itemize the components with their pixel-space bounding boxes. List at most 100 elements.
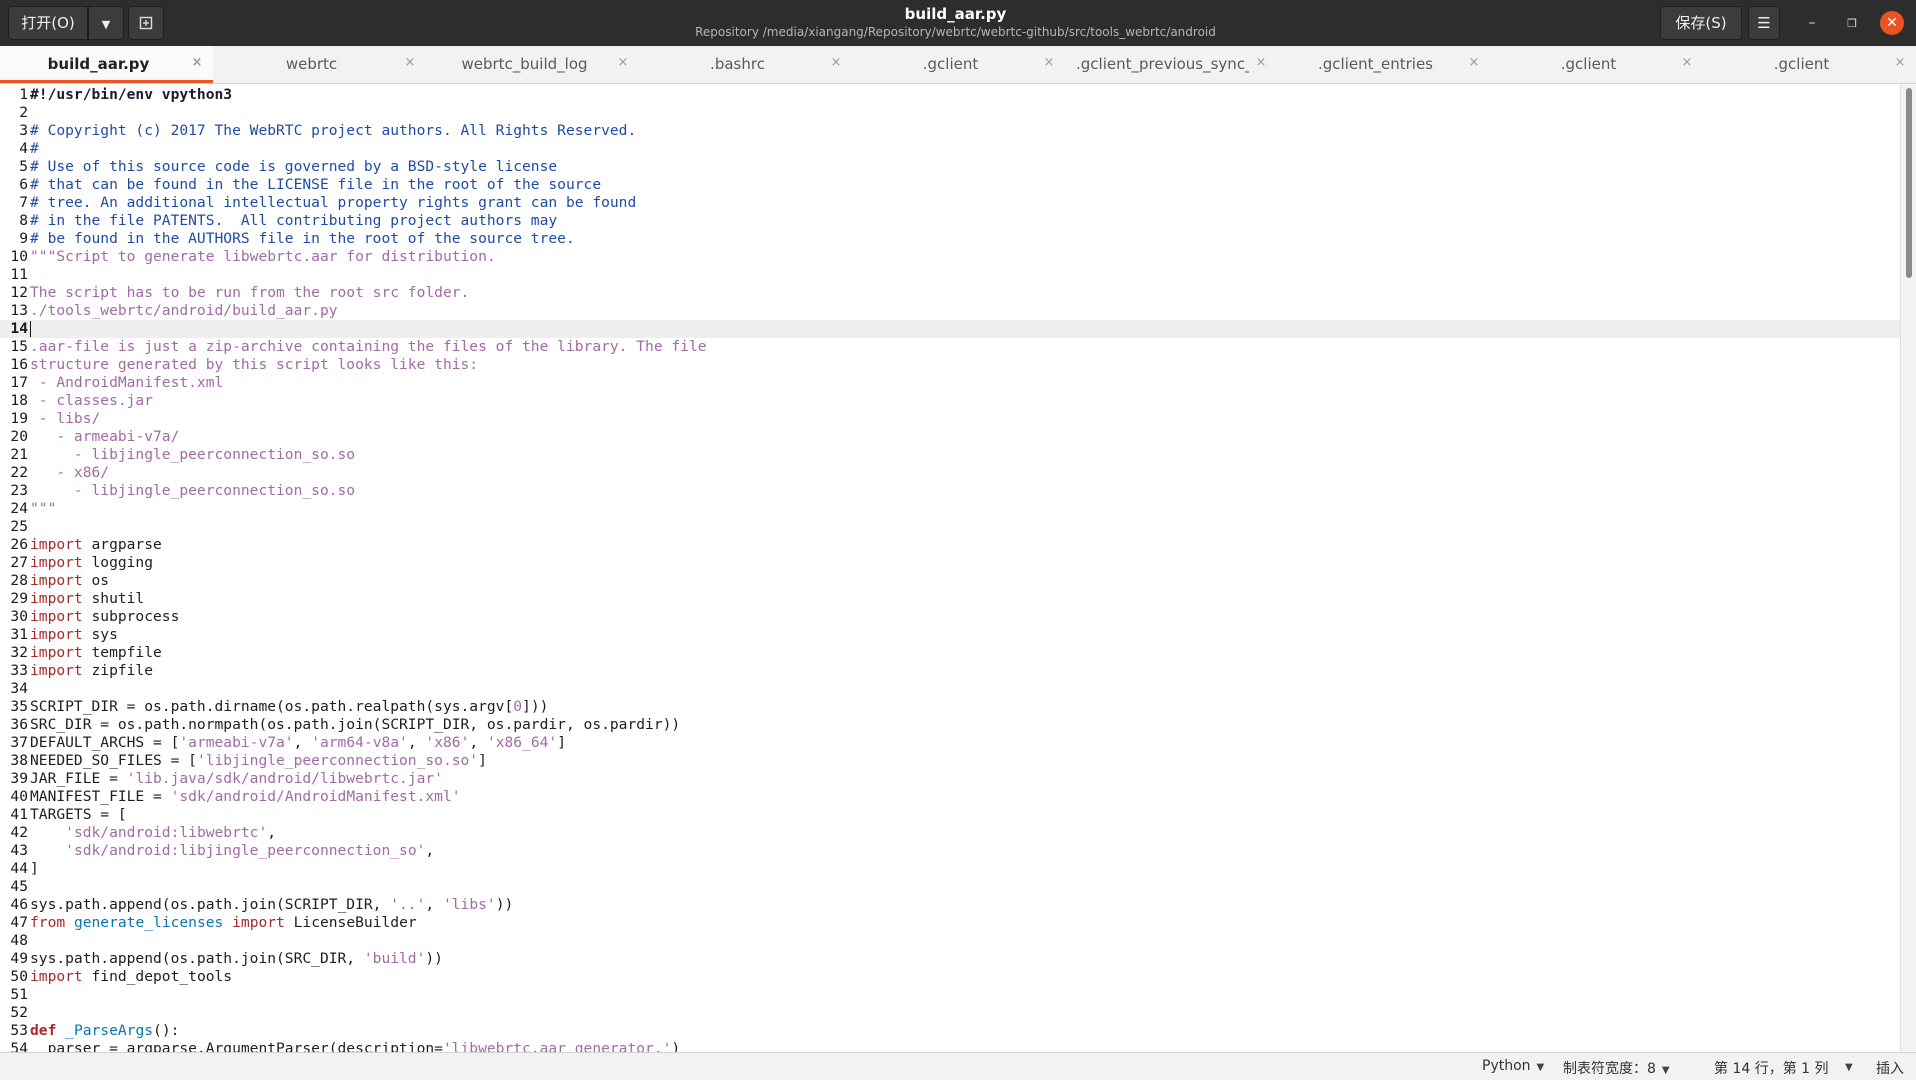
tab-1[interactable]: webrtc × <box>213 46 426 83</box>
code-token: 0 <box>513 698 523 715</box>
code-line: # tree. An additional intellectual prope… <box>30 194 1892 212</box>
insert-mode-indicator[interactable]: 插入 <box>1876 1058 1904 1078</box>
line-number: 11 <box>10 266 28 283</box>
line-number: 30 <box>10 608 28 625</box>
line-number: 36 <box>10 716 28 733</box>
code-line: import argparse <box>30 536 1892 554</box>
tab-5[interactable]: .gclient_previous_sync_commits × <box>1064 46 1277 83</box>
code-text-area[interactable]: #!/usr/bin/env vpython3 # Copyright (c) 2… <box>30 86 1892 1052</box>
code-token: ])) <box>522 698 549 715</box>
save-button[interactable]: 保存(S) <box>1660 6 1742 40</box>
scrollbar-thumb[interactable] <box>1906 88 1912 278</box>
code-token: import <box>30 590 83 607</box>
code-token: NEEDED_SO_FILES = [ <box>30 752 197 769</box>
tab-label: .gclient_entries <box>1318 55 1433 73</box>
close-tab-icon[interactable]: × <box>615 55 631 70</box>
line-number: 27 <box>10 554 28 571</box>
minimize-button[interactable]: – <box>1800 11 1824 35</box>
close-tab-icon[interactable]: × <box>828 55 844 70</box>
language-selector[interactable]: Python ▼ <box>1482 1058 1544 1074</box>
code-token: , <box>267 824 277 841</box>
tab-label: webrtc_build_log <box>461 55 588 73</box>
tab-6[interactable]: .gclient_entries × <box>1277 46 1490 83</box>
maximize-button[interactable]: ❐ <box>1840 11 1864 35</box>
tab-8[interactable]: .gclient × <box>1703 46 1916 83</box>
line-number: 49 <box>10 950 28 967</box>
code-token: MANIFEST_FILE = <box>30 788 171 805</box>
code-line: The script has to be run from the root s… <box>30 284 1892 302</box>
hamburger-menu-button[interactable]: ☰ <box>1748 6 1780 40</box>
close-tab-icon[interactable]: × <box>189 55 205 70</box>
tab-3[interactable]: .bashrc × <box>639 46 852 83</box>
close-tab-icon[interactable]: × <box>1253 55 1269 70</box>
close-tab-icon[interactable]: × <box>1041 55 1057 70</box>
code-token: os <box>82 572 110 589</box>
open-menu-button[interactable]: ▼ <box>88 6 124 40</box>
code-token: TARGETS = [ <box>30 806 127 823</box>
code-token: import <box>30 554 83 571</box>
line-number: 51 <box>10 986 28 1003</box>
code-editor[interactable]: 1 2 3 4 5 6 7 8 9 10 11 12 13 14 15 16 17 18 19 20 21 22 23 24 2… <box>0 84 1916 1052</box>
close-tab-icon[interactable]: × <box>1466 55 1482 70</box>
new-document-icon <box>139 16 153 30</box>
code-token: import <box>30 644 83 661</box>
chevron-down-icon: ▼ <box>1661 1065 1670 1076</box>
code-token: ] <box>30 860 39 877</box>
close-tab-icon[interactable]: × <box>1892 55 1908 70</box>
close-tab-icon[interactable]: × <box>1679 55 1695 70</box>
code-token: parser = argparse.ArgumentParser(descrip… <box>30 1040 443 1052</box>
code-line: SRC_DIR = os.path.normpath(os.path.join(… <box>30 716 1892 734</box>
code-line: NEEDED_SO_FILES = ['libjingle_peerconnec… <box>30 752 1892 770</box>
code-token: SRC_DIR = os.path.normpath(os.path.join(… <box>30 716 681 733</box>
code-token: )) <box>425 950 443 967</box>
code-line: # <box>30 140 1892 158</box>
code-line: import zipfile <box>30 662 1892 680</box>
chevron-down-icon: ▼ <box>1536 1062 1545 1073</box>
code-token: """ <box>30 500 57 517</box>
line-number: 20 <box>10 428 28 445</box>
code-line: - armeabi-v7a/ <box>30 428 1892 446</box>
code-line: parser = argparse.ArgumentParser(descrip… <box>30 1040 1892 1052</box>
tab-7[interactable]: .gclient × <box>1490 46 1703 83</box>
code-line: SCRIPT_DIR = os.path.dirname(os.path.rea… <box>30 698 1892 716</box>
cursor-position[interactable]: 第 14 行，第 1 列 <box>1714 1058 1829 1078</box>
tab-bar: build_aar.py × webrtc × webrtc_build_log × .ba… <box>0 46 1916 84</box>
code-line: ] <box>30 860 1892 878</box>
code-token: # Use of this source code is governed by… <box>30 158 558 175</box>
tab-width-selector[interactable]: 制表符宽度：8 ▼ <box>1563 1058 1670 1078</box>
code-line: import shutil <box>30 590 1892 608</box>
line-number-gutter: 1 2 3 4 5 6 7 8 9 10 11 12 13 14 15 16 17 18 19 20 21 22 23 24 2… <box>0 86 28 1052</box>
code-token: , <box>469 734 487 751</box>
code-line: # be found in the AUTHORS file in the ro… <box>30 230 1892 248</box>
code-token: - x86/ <box>30 464 110 481</box>
line-number: 50 <box>10 968 28 985</box>
code-line: import find_depot_tools <box>30 968 1892 986</box>
hamburger-icon: ☰ <box>1757 14 1771 32</box>
line-number: 23 <box>10 482 28 499</box>
code-token: 'armeabi-v7a' <box>179 734 294 751</box>
vertical-scrollbar[interactable] <box>1900 84 1916 1052</box>
code-token: sys <box>82 626 118 643</box>
close-window-button[interactable]: ✕ <box>1880 11 1904 35</box>
new-tab-button[interactable] <box>128 6 164 40</box>
tab-2[interactable]: webrtc_build_log × <box>426 46 639 83</box>
code-line: sys.path.append(os.path.join(SCRIPT_DIR,… <box>30 896 1892 914</box>
open-button[interactable]: 打开(O) <box>8 6 88 40</box>
tab-0[interactable]: build_aar.py × <box>0 46 213 83</box>
code-line: - libs/ <box>30 410 1892 428</box>
code-token: , <box>407 734 426 751</box>
tab-label: .gclient <box>922 55 979 73</box>
line-number: 41 <box>10 806 28 823</box>
chevron-down-icon: ▼ <box>101 18 111 31</box>
close-tab-icon[interactable]: × <box>402 55 418 70</box>
line-number: 47 <box>10 914 28 931</box>
code-line: - classes.jar <box>30 392 1892 410</box>
tab-4[interactable]: .gclient × <box>852 46 1065 83</box>
position-menu-arrow[interactable]: ▼ <box>1845 1058 1853 1074</box>
line-number: 53 <box>10 1022 28 1039</box>
code-token: shutil <box>82 590 145 607</box>
